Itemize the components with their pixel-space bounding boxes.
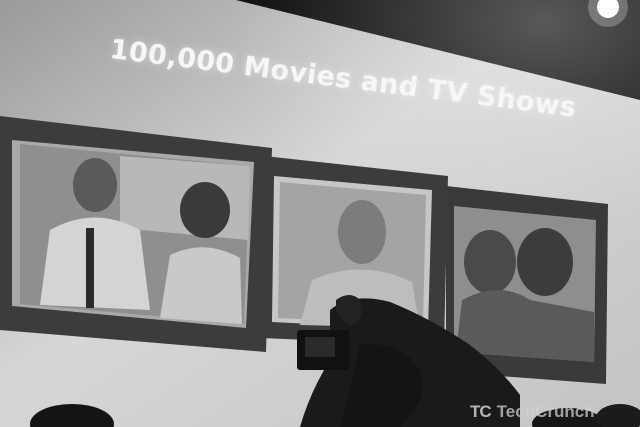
techcrunch-logo-text: TechCrunch — [496, 402, 595, 421]
techcrunch-watermark: TC TechCrunch — [470, 402, 595, 422]
techcrunch-logo-mark: TC — [470, 402, 492, 421]
tablet-device-left — [0, 116, 272, 352]
